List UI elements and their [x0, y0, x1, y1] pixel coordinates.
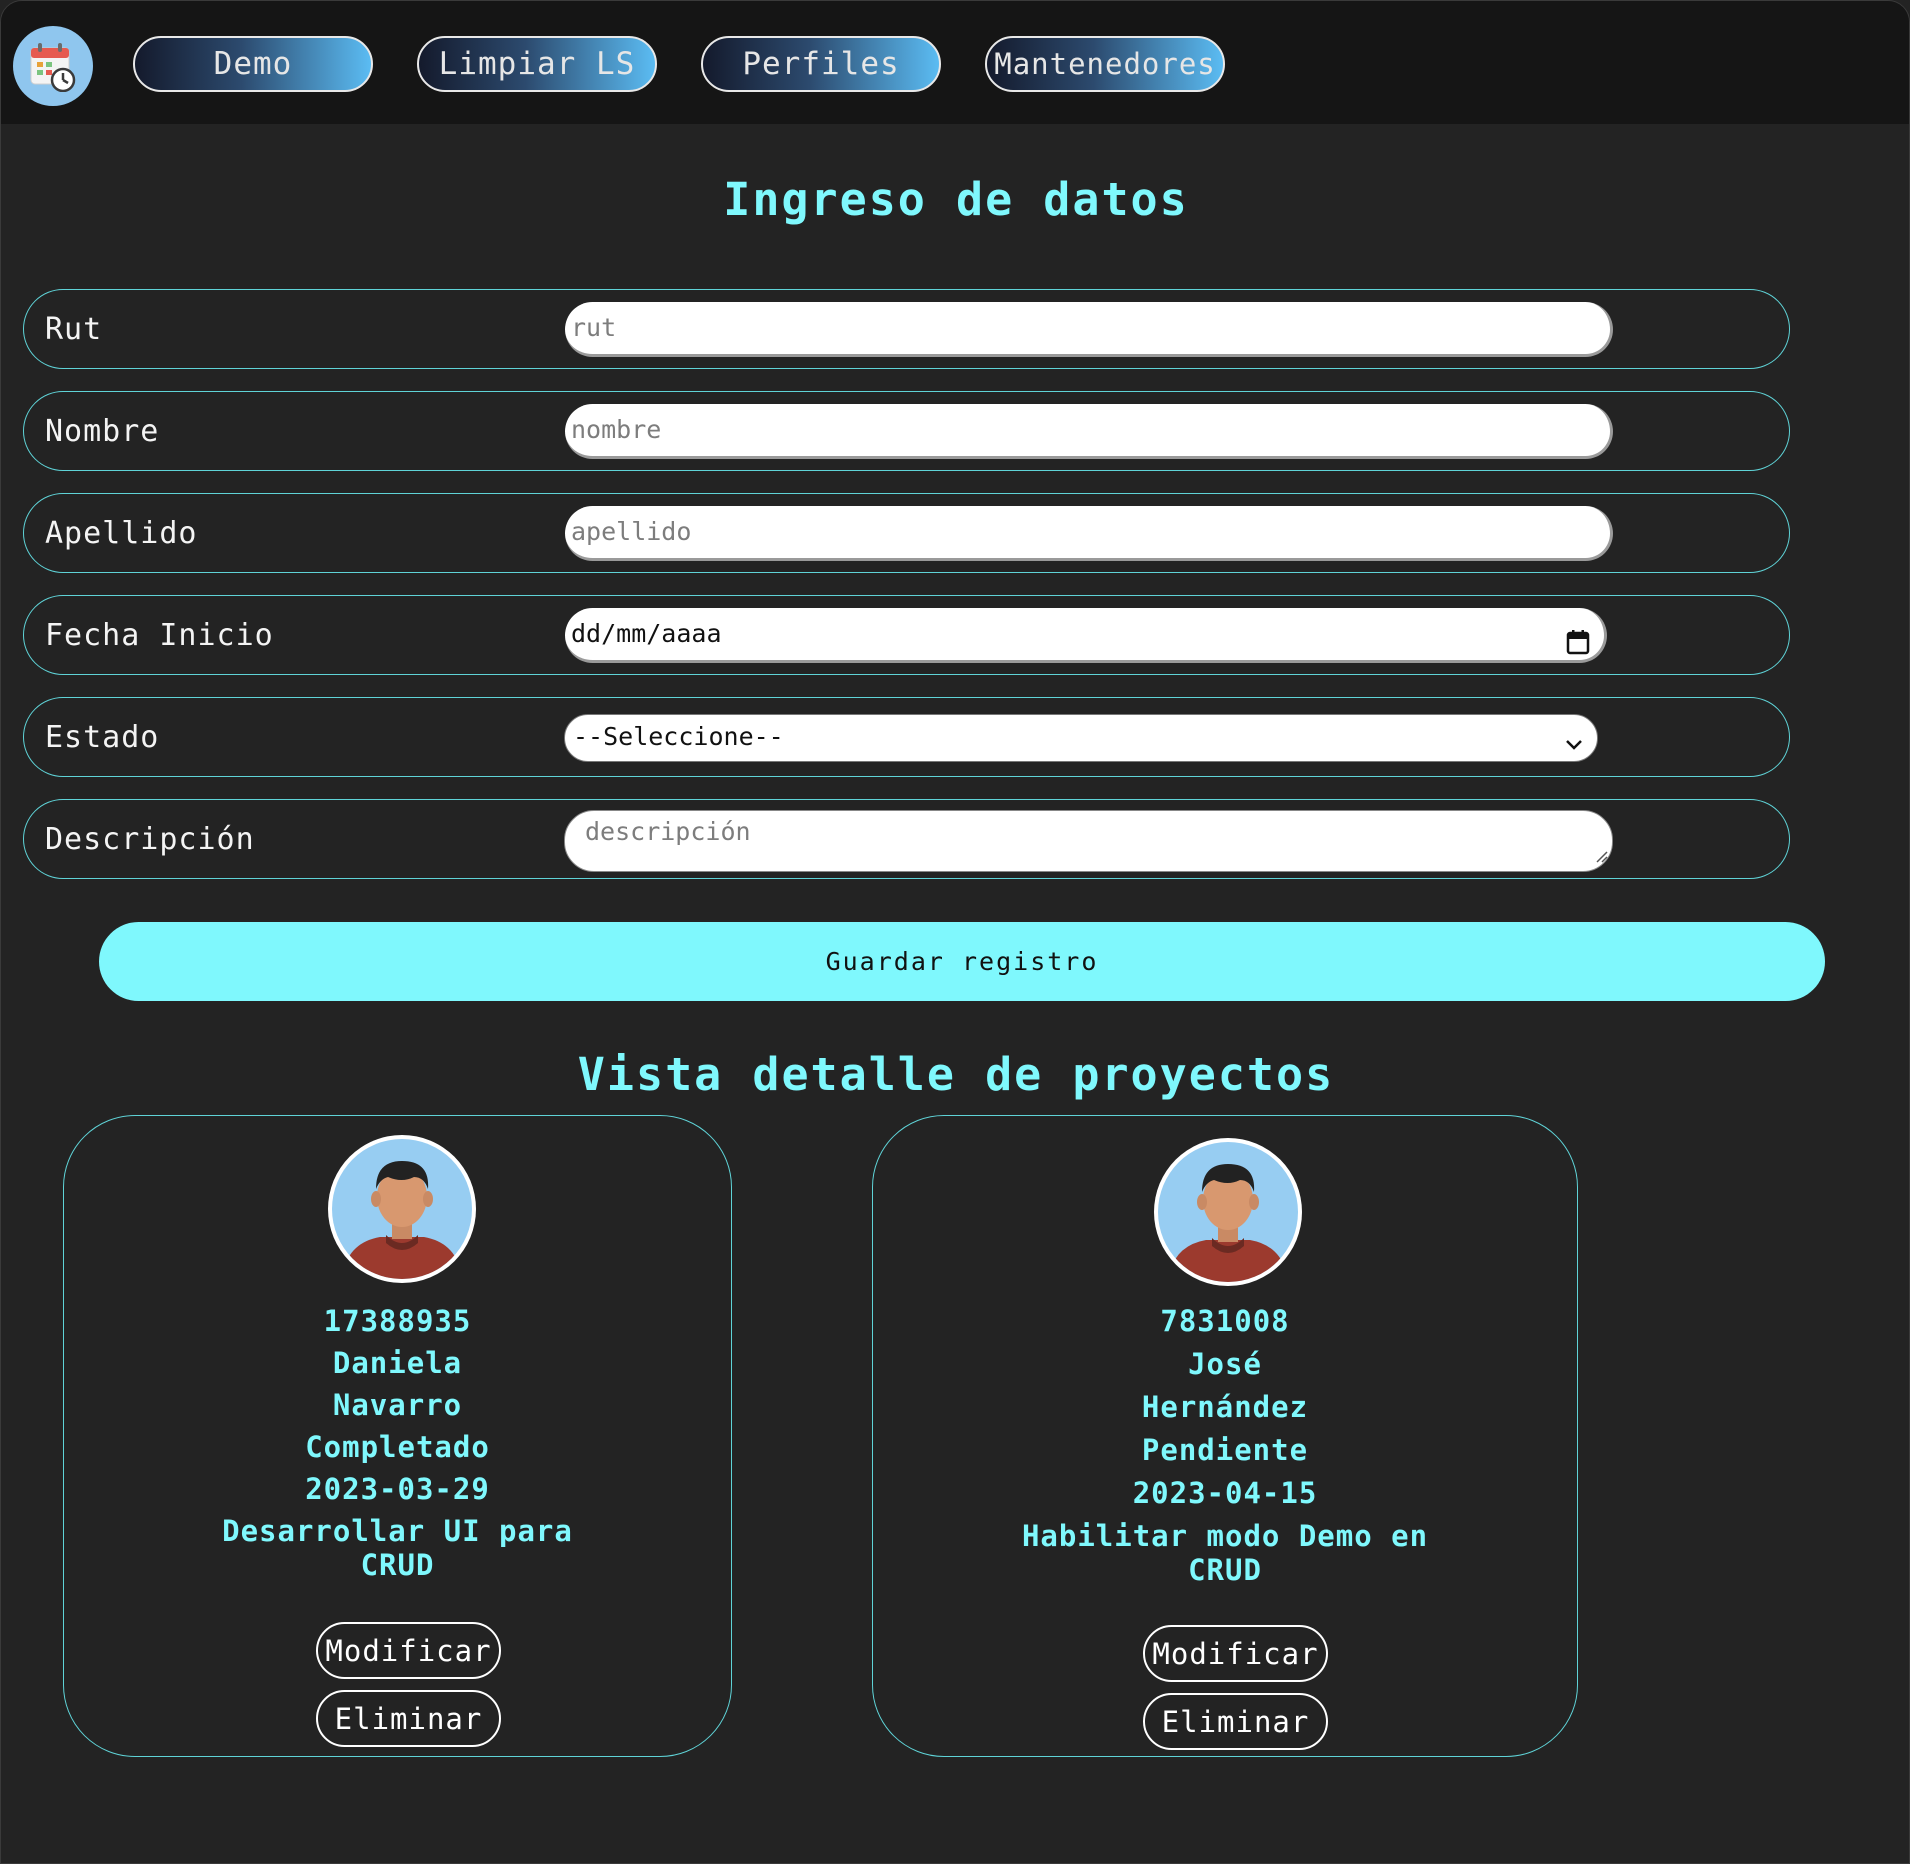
card-descripcion: Habilitar modo Demo en CRUD — [873, 1519, 1577, 1587]
card-descripcion-line2: CRUD — [1188, 1553, 1262, 1587]
nav-perfiles-button[interactable]: Perfiles — [701, 36, 941, 92]
modify-button[interactable]: Modificar — [316, 1622, 501, 1679]
card-descripcion-line1: Desarrollar UI para — [222, 1514, 573, 1548]
avatar — [328, 1135, 476, 1283]
person-icon — [1158, 1142, 1298, 1282]
card-nombre: Daniela — [332, 1346, 463, 1380]
descripcion-label: Descripción — [45, 822, 255, 857]
rut-input[interactable]: rut — [565, 302, 1613, 357]
nav-mantenedores-button[interactable]: Mantenedores — [985, 36, 1225, 92]
fecha-label: Fecha Inicio — [45, 618, 274, 653]
resize-handle-icon[interactable] — [1594, 840, 1608, 869]
rut-label: Rut — [45, 312, 103, 347]
card-fecha: 2023-04-15 — [1132, 1476, 1318, 1510]
card-estado: Completado — [305, 1430, 490, 1464]
person-icon — [332, 1139, 472, 1279]
project-card: 7831008 José Hernández Pendiente 2023-04… — [872, 1115, 1578, 1757]
fecha-value: dd/mm/aaaa — [571, 619, 722, 648]
estado-select[interactable]: --Seleccione-- — [564, 714, 1598, 762]
calendar-icon[interactable] — [1566, 621, 1590, 673]
projects-title: Vista detalle de proyectos — [577, 1048, 1335, 1101]
modify-button[interactable]: Modificar — [1143, 1625, 1328, 1682]
estado-selected-value: --Seleccione-- — [573, 722, 784, 751]
card-rut: 17388935 — [323, 1304, 472, 1338]
descripcion-placeholder: descripción — [585, 817, 751, 846]
card-descripcion-line2: CRUD — [360, 1548, 435, 1582]
chevron-down-icon — [1563, 725, 1585, 769]
form-row-apellido: Apellido apellido — [23, 493, 1790, 573]
navbar: Demo Limpiar LS Perfiles Mantenedores — [1, 1, 1909, 124]
card-fecha: 2023-03-29 — [305, 1472, 490, 1506]
delete-button[interactable]: Eliminar — [316, 1690, 501, 1747]
card-descripcion-line1: Habilitar modo Demo en — [1021, 1519, 1429, 1553]
card-estado: Pendiente — [1141, 1433, 1309, 1467]
card-nombre: José — [1188, 1347, 1262, 1381]
card-rut: 7831008 — [1160, 1304, 1290, 1338]
save-button[interactable]: Guardar registro — [99, 922, 1825, 1001]
nombre-input[interactable]: nombre — [565, 404, 1613, 459]
nav-limpiar-ls-button[interactable]: Limpiar LS — [417, 36, 657, 92]
project-card: 17388935 Daniela Navarro Completado 2023… — [63, 1115, 732, 1757]
avatar — [1154, 1138, 1302, 1286]
card-descripcion: Desarrollar UI para CRUD — [64, 1514, 731, 1582]
delete-button[interactable]: Eliminar — [1143, 1693, 1328, 1750]
estado-label: Estado — [45, 720, 160, 755]
form-row-descripcion: Descripción descripción — [23, 799, 1790, 879]
calendar-clock-icon[interactable] — [13, 26, 93, 106]
form-title: Ingreso de datos — [723, 173, 1189, 226]
apellido-label: Apellido — [45, 516, 198, 551]
descripcion-textarea[interactable]: descripción — [564, 810, 1613, 872]
card-apellido: Hernández — [1141, 1390, 1309, 1424]
card-apellido: Navarro — [332, 1388, 463, 1422]
nombre-label: Nombre — [45, 414, 160, 449]
form-row-rut: Rut rut — [23, 289, 1790, 369]
fecha-input[interactable]: dd/mm/aaaa — [565, 608, 1607, 663]
apellido-input[interactable]: apellido — [565, 506, 1613, 561]
form-row-nombre: Nombre nombre — [23, 391, 1790, 471]
app-window: Demo Limpiar LS Perfiles Mantenedores In… — [0, 0, 1910, 1864]
nav-demo-button[interactable]: Demo — [133, 36, 373, 92]
form-row-fecha: Fecha Inicio dd/mm/aaaa — [23, 595, 1790, 675]
form-row-estado: Estado --Seleccione-- — [23, 697, 1790, 777]
